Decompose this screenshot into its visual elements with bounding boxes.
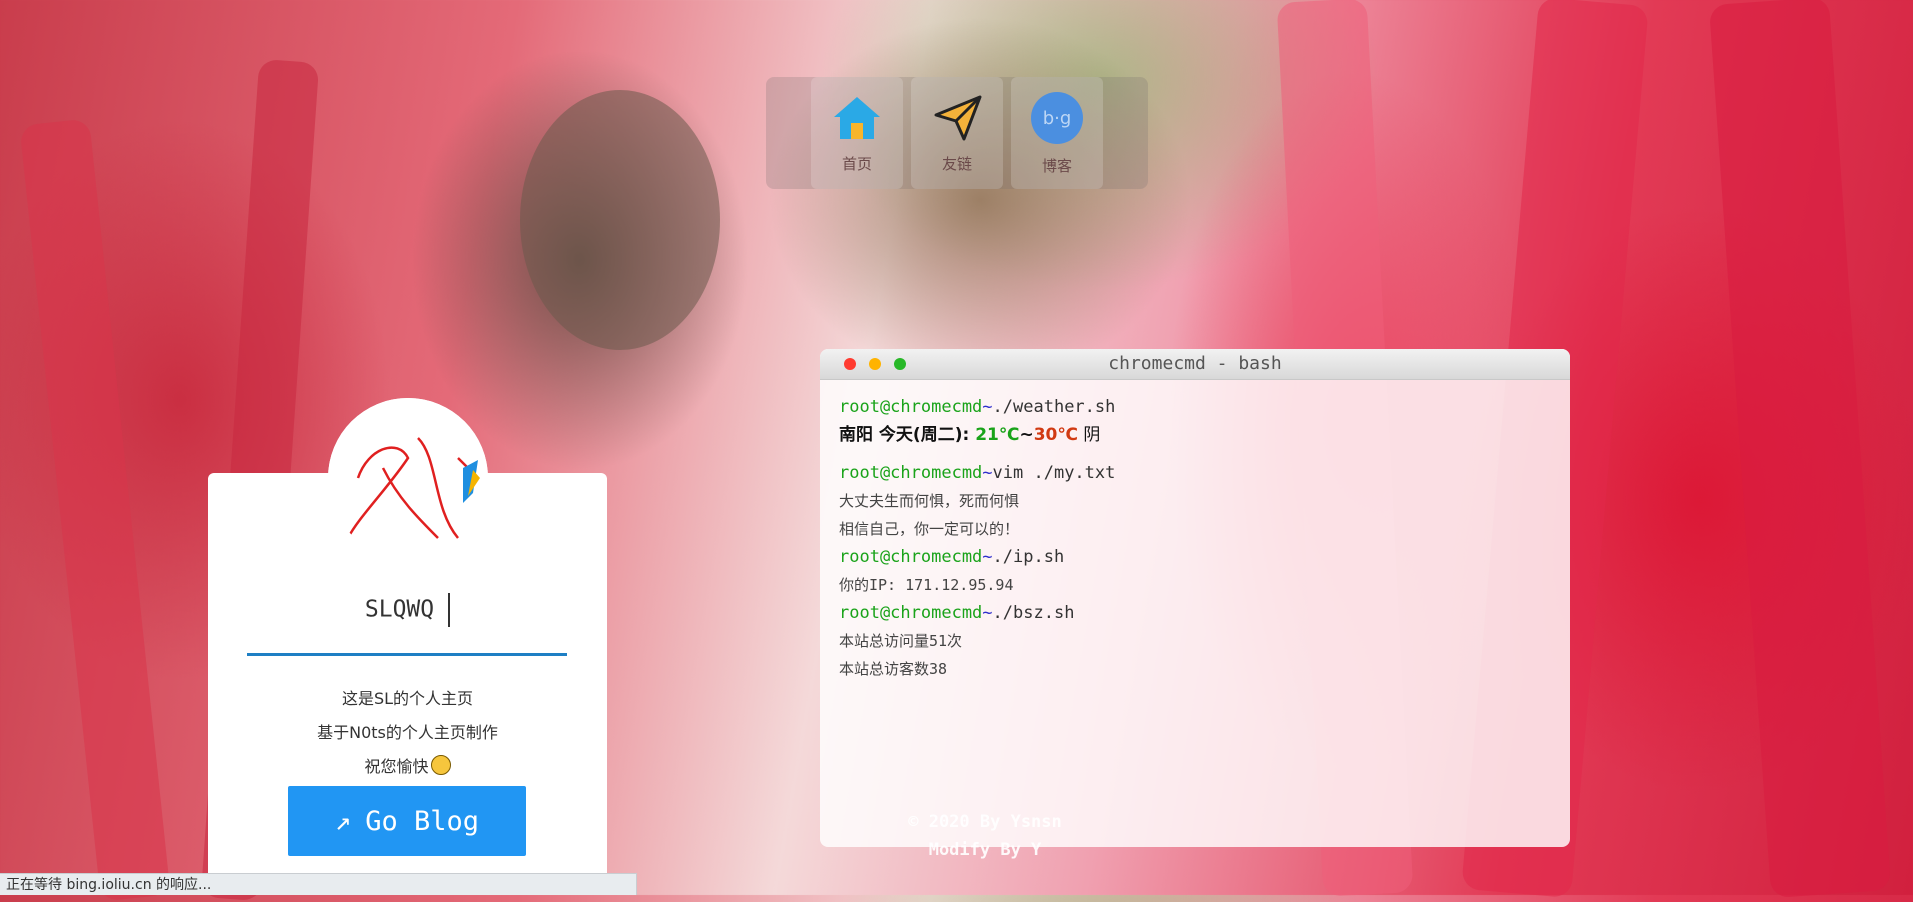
top-nav: 首页 友链 b·g 博客: [766, 77, 1148, 189]
ip-line: 你的IP: 171.12.95.94: [839, 576, 1014, 594]
terminal-window: chromecmd - bash root@chromecmd~./weathe…: [820, 349, 1570, 847]
terminal-line: root@chromecmd~vim ./my.txt: [839, 459, 1560, 487]
weather-line: 南阳 今天(周二): 21℃~30℃ 阴: [839, 421, 1560, 449]
avatar-signature-icon: [328, 398, 488, 558]
typing-cursor: [448, 593, 451, 627]
nav-friends[interactable]: 友链: [911, 77, 1003, 189]
prompt-user: root@chromecmd: [839, 397, 983, 417]
send-icon: [934, 95, 982, 140]
prompt-user: root@chromecmd: [839, 603, 983, 623]
terminal-line: root@chromecmd~./ip.sh: [839, 543, 1560, 571]
profile-name-row: SLQWQ: [208, 593, 607, 627]
visitors-line: 本站总访客数38: [839, 660, 948, 678]
weather-low: 21℃: [975, 425, 1020, 445]
nav-home-label: 首页: [841, 154, 872, 173]
prompt-user: root@chromecmd: [839, 547, 983, 567]
terminal-title: chromecmd - bash: [1108, 353, 1282, 374]
prompt-path: ~: [982, 547, 993, 567]
prompt-path: ~: [982, 603, 993, 623]
arrow-up-right-icon: ↗: [334, 805, 352, 837]
smile-icon: [430, 755, 451, 775]
terminal-titlebar: chromecmd - bash: [820, 349, 1570, 380]
prompt-path: ~: [982, 397, 993, 417]
weather-high: 30℃: [1033, 425, 1078, 445]
profile-line-3: 祝您愉快: [208, 753, 607, 777]
footer-copyright: © 2020 By Ysnsn: [908, 812, 1062, 832]
go-blog-button[interactable]: ↗ Go Blog: [288, 786, 526, 856]
profile-line-2: 基于N0ts的个人主页制作: [317, 723, 498, 742]
nav-friends-label: 友链: [941, 154, 972, 173]
txt-line-1: 大丈夫生而何惧，死而何惧: [839, 492, 1020, 510]
prompt-user: root@chromecmd: [839, 463, 983, 483]
command-vim: vim ./my.txt: [992, 463, 1116, 483]
weather-condition: 阴: [1077, 425, 1101, 445]
profile-name: SLQWQ: [364, 596, 435, 623]
weather-sep: ~: [1019, 425, 1034, 445]
visits-line: 本站总访问量51次: [839, 632, 963, 650]
txt-line-2: 相信自己，你一定可以的！: [839, 520, 1020, 538]
terminal-line: root@chromecmd~./weather.sh: [839, 393, 1560, 421]
command-bsz: ./bsz.sh: [992, 603, 1075, 623]
avatar: [328, 398, 488, 558]
profile-greeting: 祝您愉快: [364, 757, 429, 776]
terminal-line: root@chromecmd~./bsz.sh: [839, 599, 1560, 627]
blog-icon: b·g: [1031, 91, 1083, 144]
home-icon: [834, 96, 880, 139]
command-weather: ./weather.sh: [992, 397, 1116, 417]
nav-home[interactable]: 首页: [811, 77, 903, 189]
svg-text:b·g: b·g: [1043, 108, 1072, 129]
terminal-body: root@chromecmd~./weather.sh 南阳 今天(周二): 2…: [839, 393, 1560, 683]
profile-line-1: 这是SL的个人主页: [341, 689, 474, 708]
browser-status-bar: 正在等待 bing.ioliu.cn 的响应...: [0, 873, 637, 895]
go-blog-label: Go Blog: [365, 805, 480, 837]
command-ip: ./ip.sh: [992, 547, 1065, 567]
nav-blog-label: 博客: [1041, 156, 1072, 175]
nav-blog[interactable]: b·g 博客: [1011, 77, 1103, 189]
footer-modify: Modify By Y: [928, 840, 1042, 860]
name-underline: [247, 653, 567, 656]
weather-prefix: 南阳 今天(周二):: [839, 425, 976, 445]
prompt-path: ~: [982, 463, 993, 483]
